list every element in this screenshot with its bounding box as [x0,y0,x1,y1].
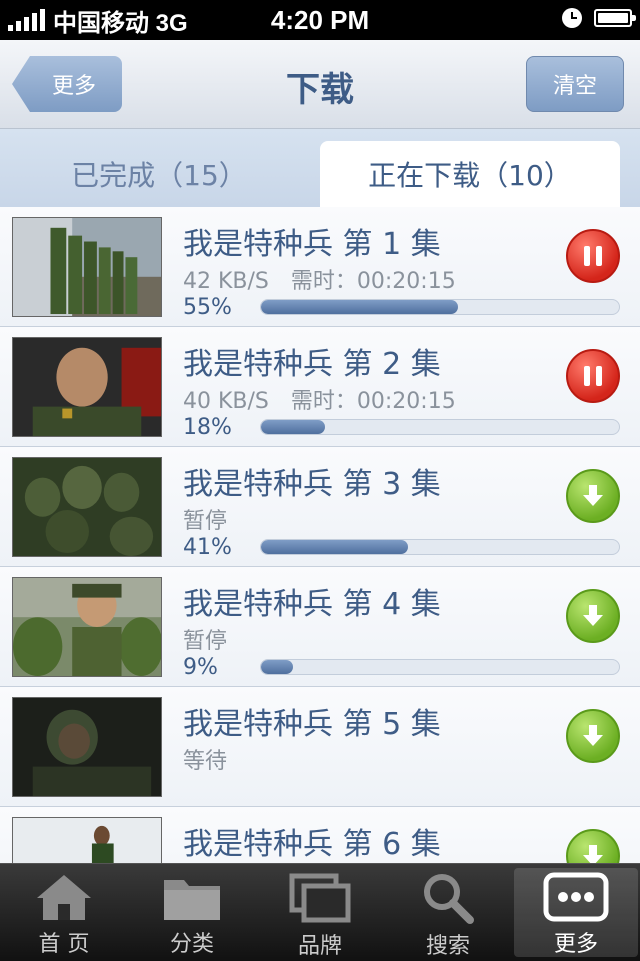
tab-home[interactable]: 首 页 [2,868,126,957]
episode-title: 我是特种兵 第 1 集 [183,227,441,262]
download-status: 等待 [183,749,228,774]
download-speed: 40 KB/S [183,389,269,414]
time-remaining: 需时：00:20:15 [290,389,456,414]
list-item[interactable]: 我是特种兵 第 5 集 等待 [0,687,640,807]
resume-download-button[interactable] [566,589,620,643]
tab-label: 分类 [169,932,214,957]
video-thumbnail [12,217,162,317]
tab-label: 搜索 [425,934,470,959]
start-download-button[interactable] [566,709,620,763]
brand-icon [289,873,351,923]
tab-completed[interactable]: 已完成（15） [0,141,318,207]
home-icon [37,875,91,920]
pause-icon [584,366,602,386]
tab-search[interactable]: 搜索 [386,868,510,959]
search-icon [424,874,474,924]
tab-brand[interactable]: 品牌 [258,868,382,959]
progress-fill [261,660,294,674]
clear-button[interactable]: 清空 [526,56,624,112]
pause-button[interactable] [566,349,620,403]
episode-title: 我是特种兵 第 2 集 [183,347,441,382]
pause-icon [584,246,602,266]
download-list: 我是特种兵 第 1 集 42 KB/S 需时：00:20:15 55% 我是特种兵… [0,207,640,863]
episode-title: 我是特种兵 第 6 集 [183,827,441,862]
episode-title: 我是特种兵 第 3 集 [183,467,441,502]
nav-bar: 更多 下载 清空 [0,40,640,129]
download-icon [583,845,603,863]
status-bar: 中国移动 3G 4:20 PM [0,0,640,40]
progress-bar [260,419,620,435]
tab-category[interactable]: 分类 [130,868,254,957]
progress-fill [261,420,326,434]
carrier-label: 中国移动 3G [53,9,188,37]
video-thumbnail [12,577,162,677]
list-item[interactable]: 我是特种兵 第 2 集 40 KB/S 需时：00:20:15 18% [0,327,640,447]
progress-percent: 18% [183,415,232,440]
list-item[interactable]: 我是特种兵 第 4 集 暂停 9% [0,567,640,687]
video-thumbnail [12,697,162,797]
list-item[interactable]: 我是特种兵 第 6 集 [0,807,640,863]
list-item[interactable]: 我是特种兵 第 1 集 42 KB/S 需时：00:20:15 55% [0,207,640,327]
download-tabs: 已完成（15） 正在下载（10） [0,129,640,207]
progress-fill [261,540,408,554]
list-item[interactable]: 我是特种兵 第 3 集 暂停 41% [0,447,640,567]
progress-bar [260,539,620,555]
progress-bar [260,659,620,675]
tab-label: 更多 [553,932,598,957]
folder-icon [164,880,220,920]
video-thumbnail [12,817,162,863]
episode-title: 我是特种兵 第 5 集 [183,707,441,742]
progress-bar [260,299,620,315]
download-icon [583,485,603,506]
download-status: 暂停 [183,629,228,654]
download-speed: 42 KB/S [183,269,269,294]
pause-button[interactable] [566,229,620,283]
tab-more[interactable]: 更多 [514,868,638,957]
progress-percent: 55% [183,295,232,320]
time-remaining: 需时：00:20:15 [290,269,456,294]
tab-downloading[interactable]: 正在下载（10） [320,141,620,207]
tab-label: 首 页 [38,932,90,957]
progress-percent: 9% [183,655,218,680]
download-status: 暂停 [183,509,228,534]
start-download-button[interactable] [566,829,620,863]
tab-label: 品牌 [297,934,342,959]
battery-icon [594,9,636,27]
resume-download-button[interactable] [566,469,620,523]
download-info: 42 KB/S 需时：00:20:15 [183,263,456,295]
download-info: 40 KB/S 需时：00:20:15 [183,383,456,415]
video-thumbnail [12,337,162,437]
video-thumbnail [12,457,162,557]
download-icon [583,605,603,626]
alarm-clock-icon [562,8,582,28]
tab-bar: 首 页 分类 品牌 搜索 更多 [0,863,640,961]
progress-fill [261,300,458,314]
progress-percent: 41% [183,535,232,560]
signal-icon [8,9,45,31]
more-icon [543,872,609,922]
episode-title: 我是特种兵 第 4 集 [183,587,441,622]
download-icon [583,725,603,746]
